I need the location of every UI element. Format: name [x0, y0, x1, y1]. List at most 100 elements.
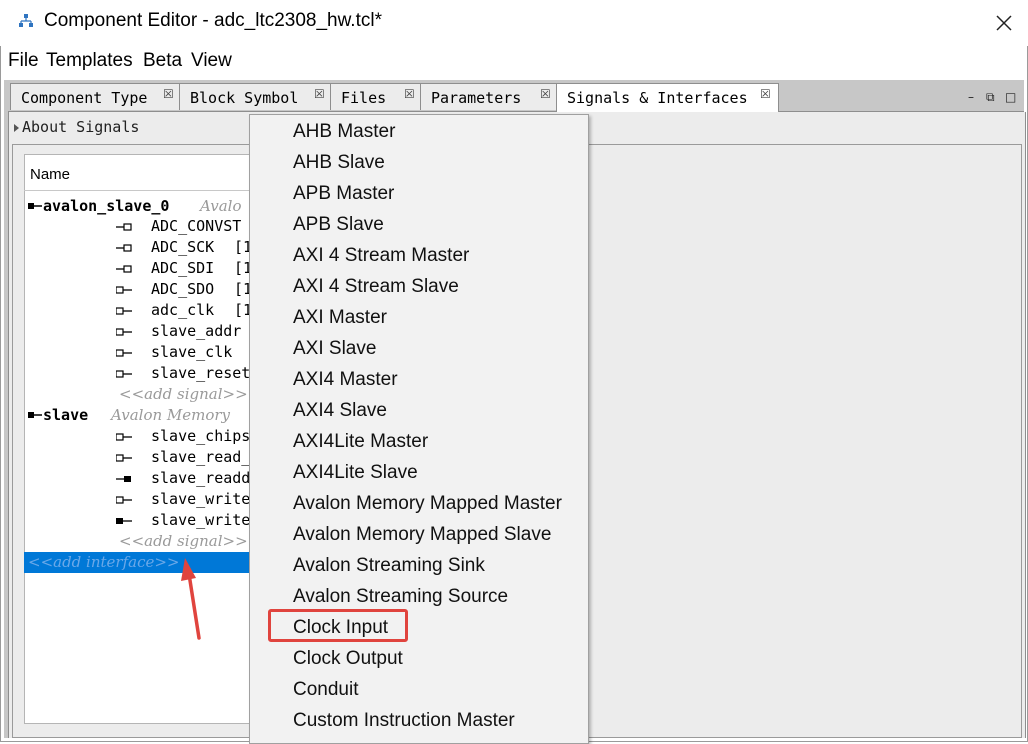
- input-signal-icon: [116, 454, 132, 462]
- tab-label: Files: [341, 89, 387, 107]
- tab-label: Signals & Interfaces: [567, 89, 748, 107]
- tab-signals-interfaces[interactable]: Signals & Interfaces ☒: [556, 83, 779, 112]
- expand-arrow-icon[interactable]: [14, 124, 19, 132]
- signal-row[interactable]: slave_chips: [24, 426, 264, 447]
- tab-close-icon[interactable]: ☒: [163, 87, 174, 101]
- input-signal-icon: [116, 328, 132, 336]
- tab-label: Block Symbol: [190, 89, 299, 107]
- signal-name: slave_write: [151, 511, 251, 529]
- interface-icon: [28, 412, 42, 418]
- input-signal-icon: [116, 370, 132, 378]
- menu-item-axi4lite-master[interactable]: AXI4Lite Master: [293, 431, 428, 462]
- interface-type: Avalo: [200, 197, 242, 215]
- menu-item-custom-instruction-master[interactable]: Custom Instruction Master: [293, 710, 515, 741]
- add-signal-label: <<add signal>>: [119, 532, 248, 550]
- interface-type: Avalon Memory: [111, 406, 231, 424]
- column-header-name: Name: [30, 166, 71, 183]
- signal-name: slave_readd: [151, 469, 251, 487]
- add-interface-label: <<add interface>>: [28, 553, 180, 571]
- tab-close-icon[interactable]: ☒: [760, 87, 771, 101]
- tab-parameters[interactable]: Parameters ☒: [420, 83, 557, 110]
- menu-item-axi-slave[interactable]: AXI Slave: [293, 338, 376, 369]
- add-signal-row[interactable]: <<add signal>>: [24, 384, 264, 405]
- signal-name: slave_read_: [151, 448, 251, 466]
- output-signal-icon: [116, 265, 132, 273]
- bus-output-signal-icon: [116, 476, 131, 482]
- add-signal-label: <<add signal>>: [119, 385, 248, 403]
- add-signal-row[interactable]: <<add signal>>: [24, 531, 264, 552]
- menu-item-conduit[interactable]: Conduit: [293, 679, 359, 710]
- signal-row[interactable]: adc_clk [1: [24, 300, 264, 321]
- maximize-icon[interactable]: □: [1005, 90, 1016, 104]
- signal-name: slave_clk: [151, 343, 233, 361]
- menu-bar: File Templates Beta View: [0, 46, 1028, 76]
- menu-item-apb-master[interactable]: APB Master: [293, 183, 394, 214]
- signal-row[interactable]: ADC_SCK [1: [24, 237, 264, 258]
- tab-label: Parameters: [431, 89, 522, 107]
- tab-bar: Component Type ☒ Block Symbol ☒ Files ☒ …: [8, 82, 1024, 112]
- menu-item-avalon-st-sink[interactable]: Avalon Streaming Sink: [293, 555, 485, 586]
- table-header: Name: [24, 156, 264, 191]
- menu-item-ahb-master[interactable]: AHB Master: [293, 121, 395, 152]
- signal-name: ADC_CONVST: [151, 217, 242, 235]
- signal-name: slave_addr: [151, 322, 242, 340]
- signal-name: slave_write: [151, 490, 251, 508]
- tab-close-icon[interactable]: ☒: [540, 87, 551, 101]
- menu-view[interactable]: View: [191, 50, 232, 72]
- menu-item-axi4-stream-master[interactable]: AXI 4 Stream Master: [293, 245, 469, 276]
- signal-row[interactable]: ADC_CONVST: [24, 216, 264, 237]
- signal-name: ADC_SDI: [151, 259, 215, 277]
- input-signal-icon: [116, 307, 132, 315]
- close-icon[interactable]: [986, 6, 1022, 40]
- menu-item-axi4-slave[interactable]: AXI4 Slave: [293, 400, 387, 431]
- component-editor-icon: [19, 14, 33, 27]
- signal-row[interactable]: slave_clk: [24, 342, 264, 363]
- tab-block-symbol[interactable]: Block Symbol ☒: [179, 83, 331, 110]
- interface-name: slave: [43, 406, 89, 424]
- signal-name: slave_reset: [151, 364, 251, 382]
- minimize-icon[interactable]: –: [968, 90, 974, 104]
- menu-templates[interactable]: Templates: [46, 50, 133, 72]
- menu-item-avalon-mm-master[interactable]: Avalon Memory Mapped Master: [293, 493, 562, 524]
- input-signal-icon: [116, 433, 132, 441]
- signal-name: slave_chips: [151, 427, 251, 445]
- about-signals-toggle[interactable]: About Signals: [22, 118, 139, 136]
- tab-component-type[interactable]: Component Type ☒: [10, 83, 180, 110]
- signal-row[interactable]: slave_write: [24, 510, 264, 531]
- bus-input-signal-icon: [116, 518, 132, 524]
- input-signal-icon: [116, 286, 132, 294]
- window-title: Component Editor - adc_ltc2308_hw.tcl*: [44, 10, 382, 31]
- tab-files[interactable]: Files ☒: [330, 83, 421, 110]
- add-interface-row[interactable]: <<add interface>>: [24, 552, 264, 573]
- signal-row[interactable]: slave_addr: [24, 321, 264, 342]
- interface-row[interactable]: slave Avalon Memory: [24, 405, 264, 426]
- menu-beta[interactable]: Beta: [143, 50, 182, 72]
- highlight-box: [268, 609, 408, 642]
- menu-item-apb-slave[interactable]: APB Slave: [293, 214, 384, 245]
- menu-item-clock-output[interactable]: Clock Output: [293, 648, 403, 679]
- menu-file[interactable]: File: [8, 50, 39, 72]
- interface-type-menu: AHB Master AHB Slave APB Master APB Slav…: [249, 114, 589, 744]
- restore-icon[interactable]: ⧉: [986, 90, 995, 105]
- signal-row[interactable]: slave_readd: [24, 468, 264, 489]
- signal-row[interactable]: slave_write: [24, 489, 264, 510]
- title-bar: Component Editor - adc_ltc2308_hw.tcl*: [0, 0, 1028, 46]
- signal-row[interactable]: ADC_SDI [1: [24, 258, 264, 279]
- menu-item-axi4lite-slave[interactable]: AXI4Lite Slave: [293, 462, 418, 493]
- tab-close-icon[interactable]: ☒: [314, 87, 325, 101]
- signal-row[interactable]: slave_read_: [24, 447, 264, 468]
- interface-name: avalon_slave_0: [43, 197, 170, 215]
- menu-item-axi4-stream-slave[interactable]: AXI 4 Stream Slave: [293, 276, 459, 307]
- menu-item-ahb-slave[interactable]: AHB Slave: [293, 152, 385, 183]
- tab-label: Component Type: [21, 89, 148, 107]
- signal-row[interactable]: slave_reset: [24, 363, 264, 384]
- menu-item-avalon-mm-slave[interactable]: Avalon Memory Mapped Slave: [293, 524, 551, 555]
- input-signal-icon: [116, 349, 132, 357]
- menu-item-axi4-master[interactable]: AXI4 Master: [293, 369, 398, 400]
- signal-row[interactable]: ADC_SDO [1: [24, 279, 264, 300]
- output-signal-icon: [116, 244, 132, 252]
- menu-item-axi-master[interactable]: AXI Master: [293, 307, 387, 338]
- signal-name: ADC_SDO: [151, 280, 215, 298]
- interface-row[interactable]: avalon_slave_0 Avalo: [24, 196, 264, 217]
- tab-close-icon[interactable]: ☒: [404, 87, 415, 101]
